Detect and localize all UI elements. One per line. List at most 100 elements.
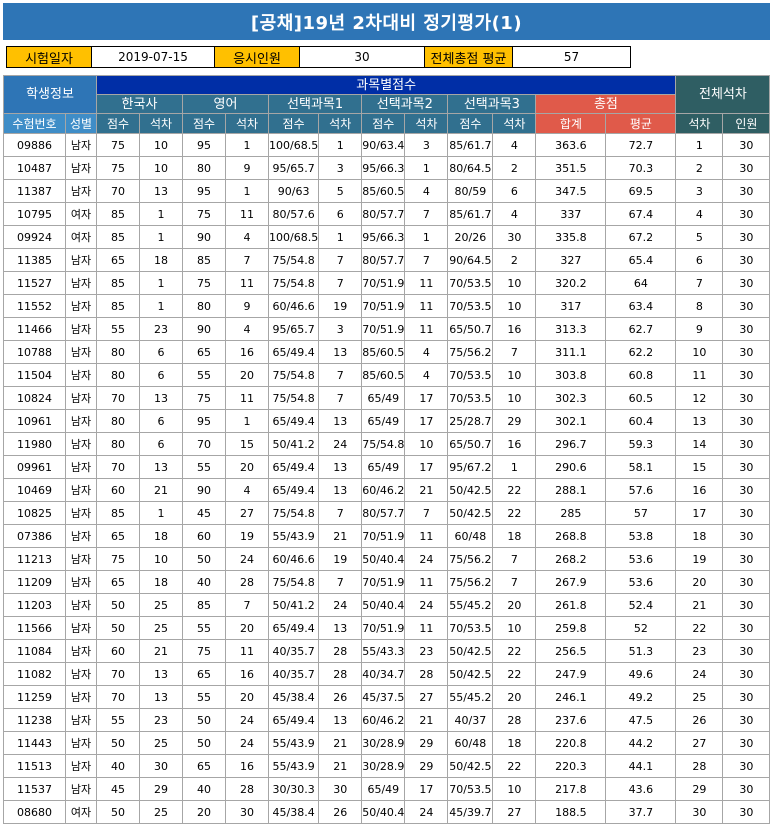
korean-history-rank-cell[interactable]: 23 — [139, 317, 183, 341]
english-rank-cell[interactable]: 16 — [225, 754, 269, 778]
korean-history-score-cell[interactable]: 50 — [96, 593, 140, 617]
total-average-cell[interactable]: 62.2 — [605, 340, 677, 364]
elective2-rank-cell[interactable]: 29 — [404, 754, 449, 778]
count-cell[interactable]: 30 — [722, 225, 771, 249]
korean-history-score-cell[interactable]: 65 — [96, 248, 140, 272]
korean-history-score-cell[interactable]: 50 — [96, 616, 140, 640]
gender-cell[interactable]: 남자 — [65, 248, 97, 272]
elective1-score-cell[interactable]: 60/46.6 — [267, 547, 320, 571]
elective3-rank-cell[interactable]: 22 — [492, 478, 537, 502]
elective3-rank-cell[interactable]: 10 — [492, 271, 537, 295]
elective3-score-cell[interactable]: 90/64.5 — [447, 248, 494, 272]
elective2-score-cell[interactable]: 90/63.4 — [361, 133, 406, 157]
exam-number-cell[interactable]: 11213 — [3, 547, 66, 571]
total-average-cell[interactable]: 72.7 — [605, 133, 677, 157]
total-average-cell[interactable]: 70.3 — [605, 156, 677, 180]
total-average-cell[interactable]: 47.5 — [605, 708, 677, 732]
korean-history-rank-cell[interactable]: 1 — [139, 202, 183, 226]
english-rank-cell[interactable]: 7 — [225, 248, 269, 272]
elective3-rank-cell[interactable]: 7 — [492, 547, 537, 571]
elective1-score-cell[interactable]: 75/54.8 — [267, 386, 320, 410]
elective2-rank-cell[interactable]: 3 — [404, 133, 449, 157]
overall-rank-cell[interactable]: 7 — [675, 271, 724, 295]
english-rank-cell[interactable]: 11 — [225, 202, 269, 226]
elective3-score-cell[interactable]: 70/53.5 — [447, 271, 494, 295]
elective2-rank-cell[interactable]: 21 — [404, 708, 449, 732]
overall-rank-cell[interactable]: 8 — [675, 294, 724, 318]
english-score-cell[interactable]: 65 — [182, 662, 226, 686]
english-rank-cell[interactable]: 20 — [225, 616, 269, 640]
overall-rank-cell[interactable]: 20 — [675, 570, 724, 594]
english-score-cell[interactable]: 65 — [182, 340, 226, 364]
english-rank-cell[interactable]: 16 — [225, 340, 269, 364]
exam-number-cell[interactable]: 10961 — [3, 409, 66, 433]
elective1-score-cell[interactable]: 95/65.7 — [267, 317, 320, 341]
korean-history-score-cell[interactable]: 75 — [96, 133, 140, 157]
elective1-rank-cell[interactable]: 5 — [318, 179, 363, 203]
exam-number-cell[interactable]: 11084 — [3, 639, 66, 663]
elective1-rank-cell[interactable]: 7 — [318, 570, 363, 594]
elective3-score-cell[interactable]: 50/42.5 — [447, 639, 494, 663]
elective2-rank-cell[interactable]: 21 — [404, 478, 449, 502]
gender-cell[interactable]: 남자 — [65, 570, 97, 594]
count-cell[interactable]: 30 — [722, 685, 771, 709]
overall-rank-cell[interactable]: 9 — [675, 317, 724, 341]
elective2-rank-cell[interactable]: 28 — [404, 662, 449, 686]
exam-number-cell[interactable]: 09961 — [3, 455, 66, 479]
english-rank-cell[interactable]: 20 — [225, 455, 269, 479]
korean-history-score-cell[interactable]: 70 — [96, 455, 140, 479]
exam-number-cell[interactable]: 10487 — [3, 156, 66, 180]
elective2-score-cell[interactable]: 55/43.3 — [361, 639, 406, 663]
elective2-score-cell[interactable]: 95/66.3 — [361, 225, 406, 249]
english-score-cell[interactable]: 55 — [182, 685, 226, 709]
korean-history-rank-cell[interactable]: 1 — [139, 501, 183, 525]
elective2-score-cell[interactable]: 40/34.7 — [361, 662, 406, 686]
elective3-score-cell[interactable]: 25/28.7 — [447, 409, 494, 433]
elective1-score-cell[interactable]: 40/35.7 — [267, 662, 320, 686]
exam-number-cell[interactable]: 08680 — [3, 800, 66, 824]
count-cell[interactable]: 30 — [722, 639, 771, 663]
english-rank-cell[interactable]: 4 — [225, 225, 269, 249]
korean-history-rank-cell[interactable]: 10 — [139, 547, 183, 571]
elective3-score-cell[interactable]: 55/45.2 — [447, 593, 494, 617]
elective1-score-cell[interactable]: 45/38.4 — [267, 685, 320, 709]
gender-cell[interactable]: 남자 — [65, 432, 97, 456]
english-score-cell[interactable]: 95 — [182, 133, 226, 157]
korean-history-rank-cell[interactable]: 25 — [139, 616, 183, 640]
english-rank-cell[interactable]: 7 — [225, 593, 269, 617]
total-sum-cell[interactable]: 268.8 — [535, 524, 607, 548]
elective1-score-cell[interactable]: 65/49.4 — [267, 455, 320, 479]
count-cell[interactable]: 30 — [722, 501, 771, 525]
exam-number-cell[interactable]: 10469 — [3, 478, 66, 502]
elective2-rank-cell[interactable]: 11 — [404, 616, 449, 640]
elective2-score-cell[interactable]: 50/40.4 — [361, 593, 406, 617]
elective1-rank-cell[interactable]: 7 — [318, 501, 363, 525]
elective1-score-cell[interactable]: 75/54.8 — [267, 363, 320, 387]
korean-history-score-cell[interactable]: 85 — [96, 294, 140, 318]
exam-number-cell[interactable]: 10825 — [3, 501, 66, 525]
exam-number-cell[interactable]: 11082 — [3, 662, 66, 686]
total-average-cell[interactable]: 62.7 — [605, 317, 677, 341]
gender-cell[interactable]: 여자 — [65, 800, 97, 824]
korean-history-score-cell[interactable]: 80 — [96, 363, 140, 387]
elective3-score-cell[interactable]: 50/42.5 — [447, 662, 494, 686]
total-sum-cell[interactable]: 347.5 — [535, 179, 607, 203]
elective2-rank-cell[interactable]: 11 — [404, 294, 449, 318]
korean-history-rank-cell[interactable]: 13 — [139, 386, 183, 410]
elective1-rank-cell[interactable]: 13 — [318, 340, 363, 364]
elective3-rank-cell[interactable]: 20 — [492, 685, 537, 709]
gender-cell[interactable]: 남자 — [65, 271, 97, 295]
english-rank-cell[interactable]: 19 — [225, 524, 269, 548]
elective3-score-cell[interactable]: 70/53.5 — [447, 616, 494, 640]
total-average-cell[interactable]: 53.8 — [605, 524, 677, 548]
gender-cell[interactable]: 남자 — [65, 616, 97, 640]
elective3-rank-cell[interactable]: 7 — [492, 340, 537, 364]
korean-history-score-cell[interactable]: 70 — [96, 386, 140, 410]
elective3-score-cell[interactable]: 50/42.5 — [447, 501, 494, 525]
elective2-score-cell[interactable]: 65/49 — [361, 455, 406, 479]
elective1-rank-cell[interactable]: 30 — [318, 777, 363, 801]
elective2-score-cell[interactable]: 70/51.9 — [361, 616, 406, 640]
elective2-score-cell[interactable]: 85/60.5 — [361, 340, 406, 364]
korean-history-score-cell[interactable]: 50 — [96, 800, 140, 824]
korean-history-score-cell[interactable]: 70 — [96, 179, 140, 203]
